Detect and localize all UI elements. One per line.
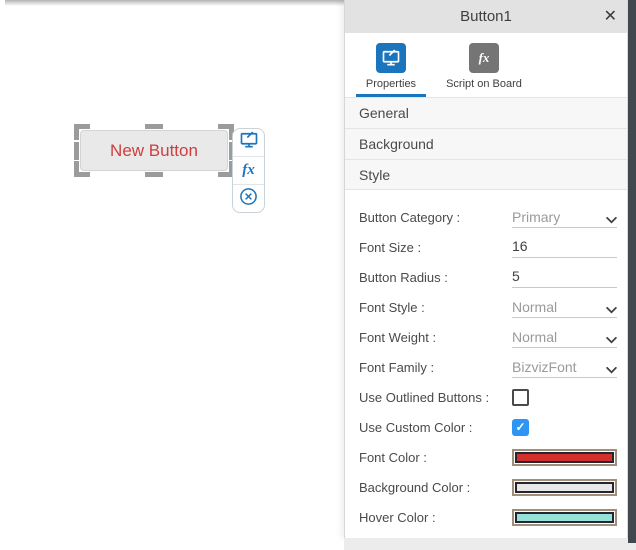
canvas-top-shadow <box>5 0 344 6</box>
tab-label: Properties <box>366 78 416 90</box>
script-fx-button[interactable]: fx <box>233 156 264 184</box>
swatch-fill <box>515 512 614 523</box>
field-label: Font Size : <box>359 240 512 255</box>
field-use-outlined-buttons: Use Outlined Buttons : <box>345 382 627 412</box>
field-use-custom-color: Use Custom Color : ✓ <box>345 412 627 442</box>
accordion-sections: General Background Style <box>345 97 627 190</box>
remove-circle-icon <box>239 187 258 211</box>
swatch-fill <box>515 482 614 493</box>
field-label: Button Category : <box>359 210 512 225</box>
chevron-down-icon <box>606 337 617 344</box>
field-button-category: Button Category : Primary <box>345 202 627 232</box>
font-weight-select[interactable]: Normal <box>512 326 617 348</box>
field-button-radius: Button Radius : <box>345 262 627 292</box>
chevron-down-icon <box>606 367 617 374</box>
font-style-select[interactable]: Normal <box>512 296 617 318</box>
close-icon[interactable]: ✕ <box>604 9 617 25</box>
resize-handle-top[interactable] <box>145 124 163 129</box>
section-style[interactable]: Style <box>345 159 627 190</box>
select-value: Primary <box>512 210 560 224</box>
swatch-fill <box>515 452 614 463</box>
select-value: Normal <box>512 300 557 314</box>
select-value: BizvizFont <box>512 360 577 374</box>
resize-handle-left[interactable] <box>74 142 79 160</box>
fx-icon: fx <box>242 162 255 179</box>
edit-properties-button[interactable] <box>233 129 264 156</box>
tab-script-on-board[interactable]: fx Script on Board <box>439 43 529 97</box>
field-font-size: Font Size : <box>345 232 627 262</box>
scrollbar[interactable] <box>628 0 636 543</box>
panel-bottom-strip <box>344 538 636 550</box>
selection-frame: New Button <box>74 124 234 177</box>
field-font-weight: Font Weight : Normal <box>345 322 627 352</box>
field-font-style: Font Style : Normal <box>345 292 627 322</box>
style-fields: Button Category : Primary Font Size : Bu… <box>345 190 627 532</box>
panel-title: Button1 <box>460 8 512 25</box>
chevron-down-icon <box>606 307 617 314</box>
use-outlined-buttons-checkbox[interactable] <box>512 389 529 406</box>
select-value: Normal <box>512 330 557 344</box>
section-general[interactable]: General <box>345 97 627 128</box>
field-background-color: Background Color : <box>345 472 627 502</box>
button-radius-field <box>512 266 617 288</box>
monitor-edit-icon <box>376 43 406 73</box>
section-background[interactable]: Background <box>345 128 627 159</box>
field-label: Font Style : <box>359 300 512 315</box>
field-label: Hover Color : <box>359 510 512 525</box>
background-color-swatch[interactable] <box>512 479 617 496</box>
chevron-down-icon <box>606 217 617 224</box>
tab-label: Script on Board <box>446 78 522 90</box>
resize-handle-bottom[interactable] <box>145 172 163 177</box>
button-category-select[interactable]: Primary <box>512 206 617 228</box>
remove-widget-button[interactable] <box>233 184 264 212</box>
field-label: Background Color : <box>359 480 512 495</box>
button-radius-input[interactable] <box>512 268 617 284</box>
font-family-select[interactable]: BizvizFont <box>512 356 617 378</box>
field-hover-color: Hover Color : <box>345 502 627 532</box>
design-canvas[interactable]: New Button fx <box>0 0 344 550</box>
field-label: Use Outlined Buttons : <box>359 390 512 405</box>
field-label: Button Radius : <box>359 270 512 285</box>
field-label: Font Family : <box>359 360 512 375</box>
font-color-swatch[interactable] <box>512 449 617 466</box>
field-font-family: Font Family : BizvizFont <box>345 352 627 382</box>
font-size-input[interactable] <box>512 238 617 254</box>
panel-tabs: Properties fx Script on Board <box>345 33 627 97</box>
field-label: Use Custom Color : <box>359 420 512 435</box>
check-icon: ✓ <box>515 420 525 434</box>
monitor-edit-icon <box>239 130 259 155</box>
panel-header: Button1 ✕ <box>345 0 627 33</box>
use-custom-color-checkbox[interactable]: ✓ <box>512 419 529 436</box>
hover-color-swatch[interactable] <box>512 509 617 526</box>
canvas-new-button[interactable]: New Button <box>80 130 228 171</box>
widget-toolbar: fx <box>232 128 265 213</box>
tab-properties[interactable]: Properties <box>356 43 426 97</box>
field-font-color: Font Color : <box>345 442 627 472</box>
fx-icon: fx <box>469 43 499 73</box>
field-label: Font Color : <box>359 450 512 465</box>
field-label: Font Weight : <box>359 330 512 345</box>
font-size-field <box>512 236 617 258</box>
properties-panel: Button1 ✕ Properties fx Script on Board … <box>344 0 628 538</box>
